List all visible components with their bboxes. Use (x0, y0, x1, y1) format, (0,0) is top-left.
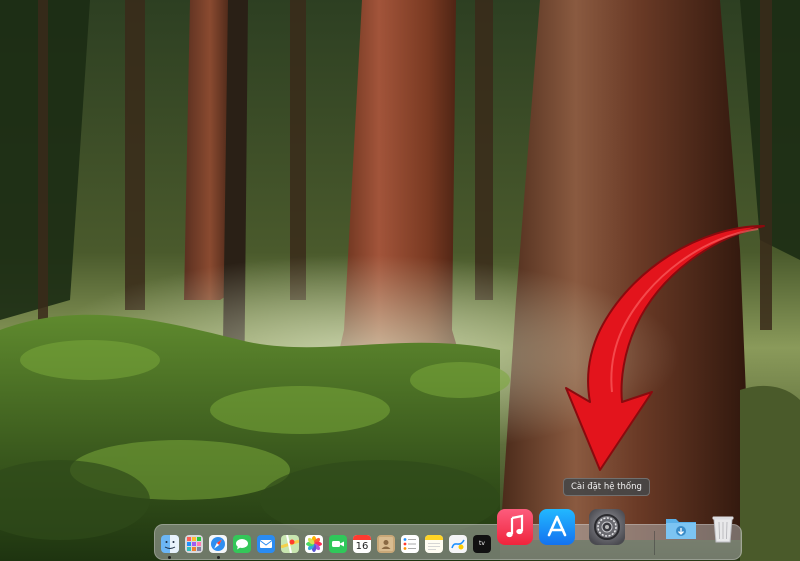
finder-running-indicator (168, 556, 171, 559)
safari-icon[interactable] (209, 535, 227, 553)
launchpad-icon[interactable] (185, 535, 203, 553)
system-settings-tooltip: Cài đặt hệ thống (563, 478, 650, 496)
gear-icon[interactable] (589, 509, 625, 545)
contacts-icon[interactable] (377, 535, 395, 553)
app-store-icon[interactable] (539, 509, 575, 545)
mail-icon[interactable] (257, 535, 275, 553)
dock-separator (654, 531, 655, 555)
trash-icon[interactable] (705, 509, 741, 545)
apple-tv-icon[interactable]: tv (473, 535, 491, 553)
safari-running-indicator (217, 556, 220, 559)
facetime-icon[interactable] (329, 535, 347, 553)
apple-tv-label: tv (479, 540, 485, 547)
downloads-folder-icon[interactable] (663, 509, 699, 545)
notes-icon[interactable] (425, 535, 443, 553)
maps-icon[interactable] (281, 535, 299, 553)
dock: 16 tv (154, 509, 742, 560)
freeform-icon[interactable] (449, 535, 467, 553)
calendar-icon[interactable]: 16 (353, 535, 371, 553)
reminders-icon[interactable] (401, 535, 419, 553)
desktop-wallpaper (0, 0, 800, 561)
music-icon[interactable] (497, 509, 533, 545)
calendar-day: 16 (355, 541, 369, 552)
messages-icon[interactable] (233, 535, 251, 553)
finder-icon[interactable] (161, 535, 179, 553)
photos-icon[interactable] (305, 535, 323, 553)
